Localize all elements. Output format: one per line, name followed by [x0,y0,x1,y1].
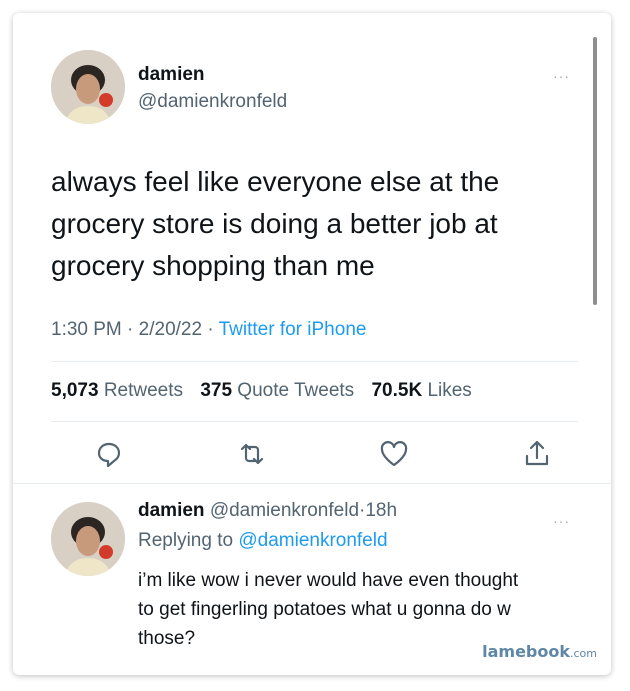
like-icon[interactable] [378,438,410,470]
author-name[interactable]: damien [138,64,205,86]
reply-text: i’m like wow i never would have even tho… [138,570,519,649]
share-icon[interactable] [521,438,553,470]
meta-separator: · [207,319,214,340]
reply-avatar[interactable] [51,502,125,576]
quote-count: 375 [200,380,233,401]
likes-count: 70.5K [371,380,423,401]
likes-label: Likes [427,380,472,401]
quote-tweets-stat[interactable]: 375 Quote Tweets [200,380,354,401]
reply-header: damien @damienkronfeld·18h [138,500,397,522]
avatar-image [51,50,125,124]
reply-more-options-button[interactable]: ··· [553,513,570,529]
watermark-logo: lamebook.com [482,642,597,661]
replying-mention[interactable]: @damienkronfeld [238,530,387,551]
divider [13,483,611,484]
retweets-stat[interactable]: 5,073 Retweets [51,380,183,401]
author-handle[interactable]: @damienkronfeld [138,91,287,113]
meta-separator: · [127,319,134,340]
tweet-stats: 5,073 Retweets 375 Quote Tweets 70.5K Li… [51,380,472,402]
more-options-button[interactable]: ··· [553,68,570,84]
reply-icon[interactable] [93,438,125,470]
watermark-brand: lamebook [482,642,570,661]
likes-stat[interactable]: 70.5K Likes [371,380,471,401]
scrollbar[interactable] [593,37,597,305]
tweet-source[interactable]: Twitter for iPhone [219,319,367,340]
reply-author-name[interactable]: damien [138,500,205,521]
avatar[interactable] [51,50,125,124]
avatar-image [51,502,125,576]
tweet-time[interactable]: 1:30 PM [51,319,122,340]
tweet-actions [93,438,553,470]
divider [51,361,578,362]
retweets-count: 5,073 [51,380,99,401]
tweet-date[interactable]: 2/20/22 [139,319,202,340]
replying-to: Replying to @damienkronfeld [138,530,388,552]
tweet-text: always feel like everyone else at the gr… [51,166,500,281]
reply-age[interactable]: 18h [365,500,397,521]
retweets-label: Retweets [103,380,184,401]
watermark-domain: .com [570,647,597,660]
quote-label: Quote Tweets [237,380,355,401]
tweet-meta: 1:30 PM · 2/20/22 · Twitter for iPhone [51,319,366,341]
replying-prefix: Replying to [138,530,234,551]
divider [51,421,578,422]
tweet-card: damien @damienkronfeld ··· always feel l… [13,13,611,675]
reply-author-handle[interactable]: @damienkronfeld [210,500,359,521]
retweet-icon[interactable] [236,438,268,470]
